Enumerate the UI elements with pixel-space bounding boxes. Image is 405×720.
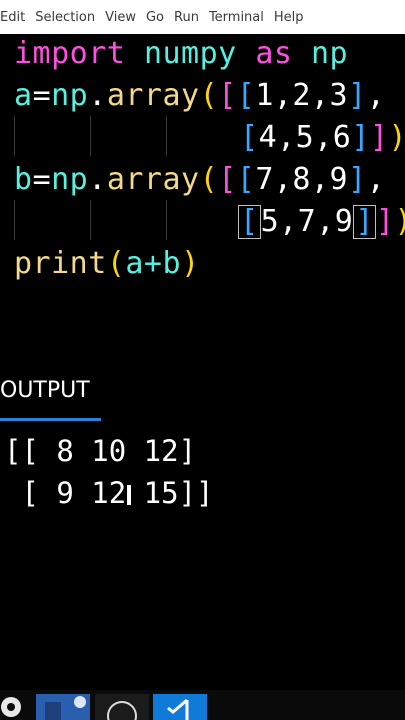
dot-op: . bbox=[88, 162, 107, 197]
menu-go[interactable]: Go bbox=[146, 10, 164, 25]
assign-op: = bbox=[32, 78, 52, 113]
bracket-match-highlight: ] bbox=[353, 204, 376, 239]
paren-open: ( bbox=[199, 78, 219, 113]
indent-guide bbox=[14, 116, 15, 156]
assign-op: = bbox=[32, 162, 52, 197]
paren-close: ) bbox=[181, 246, 200, 281]
code-line-5: [5,7,9]]) bbox=[238, 202, 405, 242]
paren-open: ( bbox=[106, 246, 126, 281]
indent-guide bbox=[90, 116, 91, 156]
taskbar bbox=[0, 690, 405, 720]
bracket-close-outer: ] bbox=[369, 120, 389, 155]
output-line-2: [ 9 12 15]] bbox=[4, 476, 214, 510]
screen: Edit Selection View Go Run Terminal Help… bbox=[0, 0, 405, 720]
array-values: 7,8,9 bbox=[255, 162, 349, 197]
menu-view[interactable]: View bbox=[105, 10, 136, 25]
output-tab[interactable]: OUTPUT bbox=[0, 378, 90, 403]
code-line-1: import numpy as np bbox=[14, 34, 348, 74]
var-a: a bbox=[14, 78, 33, 113]
code-editor[interactable]: import numpy as np a=np.array([[1,2,3], … bbox=[0, 34, 405, 324]
obs-icon[interactable] bbox=[95, 694, 149, 720]
bracket-open-inner: [ bbox=[240, 120, 259, 155]
keyword-import: import bbox=[14, 36, 126, 71]
menu-bar: Edit Selection View Go Run Terminal Help bbox=[0, 0, 405, 34]
module-name: numpy bbox=[143, 36, 237, 71]
code-line-6: print(a+b) bbox=[14, 244, 200, 284]
indent-guide bbox=[166, 116, 167, 156]
keyword-as: as bbox=[255, 36, 293, 71]
bracket-open-outer: [ bbox=[218, 78, 237, 113]
paren-close: ) bbox=[395, 204, 405, 239]
bracket-close-inner: ] bbox=[348, 78, 367, 113]
vscode-icon[interactable] bbox=[153, 694, 207, 720]
bracket-match-highlight: [ bbox=[238, 204, 261, 239]
array-values: 5,7,9 bbox=[260, 204, 354, 239]
array-values: 1,2,3 bbox=[255, 78, 349, 113]
var-b: b bbox=[14, 162, 33, 197]
output-line-1: [[ 8 10 12] bbox=[4, 434, 197, 468]
np-ref: np bbox=[51, 162, 89, 197]
text-cursor-icon bbox=[127, 485, 131, 505]
menu-terminal[interactable]: Terminal bbox=[209, 10, 264, 25]
code-line-4: b=np.array([[7,8,9], bbox=[14, 160, 385, 200]
menu-selection[interactable]: Selection bbox=[35, 10, 95, 25]
array-fn: array bbox=[106, 162, 200, 197]
file-explorer-icon[interactable] bbox=[36, 694, 90, 720]
comma: , bbox=[366, 78, 386, 113]
menu-edit[interactable]: Edit bbox=[0, 10, 25, 25]
menu-help[interactable]: Help bbox=[274, 10, 304, 25]
menu-run[interactable]: Run bbox=[174, 10, 199, 25]
bracket-open-inner: [ bbox=[236, 78, 256, 113]
module-alias: np bbox=[311, 36, 349, 71]
bracket-open-inner: [ bbox=[236, 162, 256, 197]
np-ref: np bbox=[51, 78, 89, 113]
code-line-3: [4,5,6]]) bbox=[240, 118, 405, 158]
array-values: 4,5,6 bbox=[258, 120, 352, 155]
code-line-2: a=np.array([[1,2,3], bbox=[14, 76, 385, 116]
comma: , bbox=[366, 162, 386, 197]
paren-close: ) bbox=[389, 120, 405, 155]
active-tab-indicator bbox=[0, 418, 101, 421]
bracket-close-outer: ] bbox=[375, 204, 395, 239]
indent-guide bbox=[14, 200, 15, 240]
gear-icon[interactable] bbox=[0, 694, 26, 720]
expression: a+b bbox=[125, 246, 182, 281]
bracket-open-outer: [ bbox=[218, 162, 237, 197]
dot-op: . bbox=[88, 78, 107, 113]
paren-open: ( bbox=[199, 162, 219, 197]
bracket-close-inner: ] bbox=[348, 162, 367, 197]
print-fn: print bbox=[14, 246, 107, 281]
bracket-close-inner: ] bbox=[351, 120, 370, 155]
array-fn: array bbox=[106, 78, 200, 113]
indent-guide bbox=[90, 200, 91, 240]
indent-guide bbox=[166, 200, 167, 240]
